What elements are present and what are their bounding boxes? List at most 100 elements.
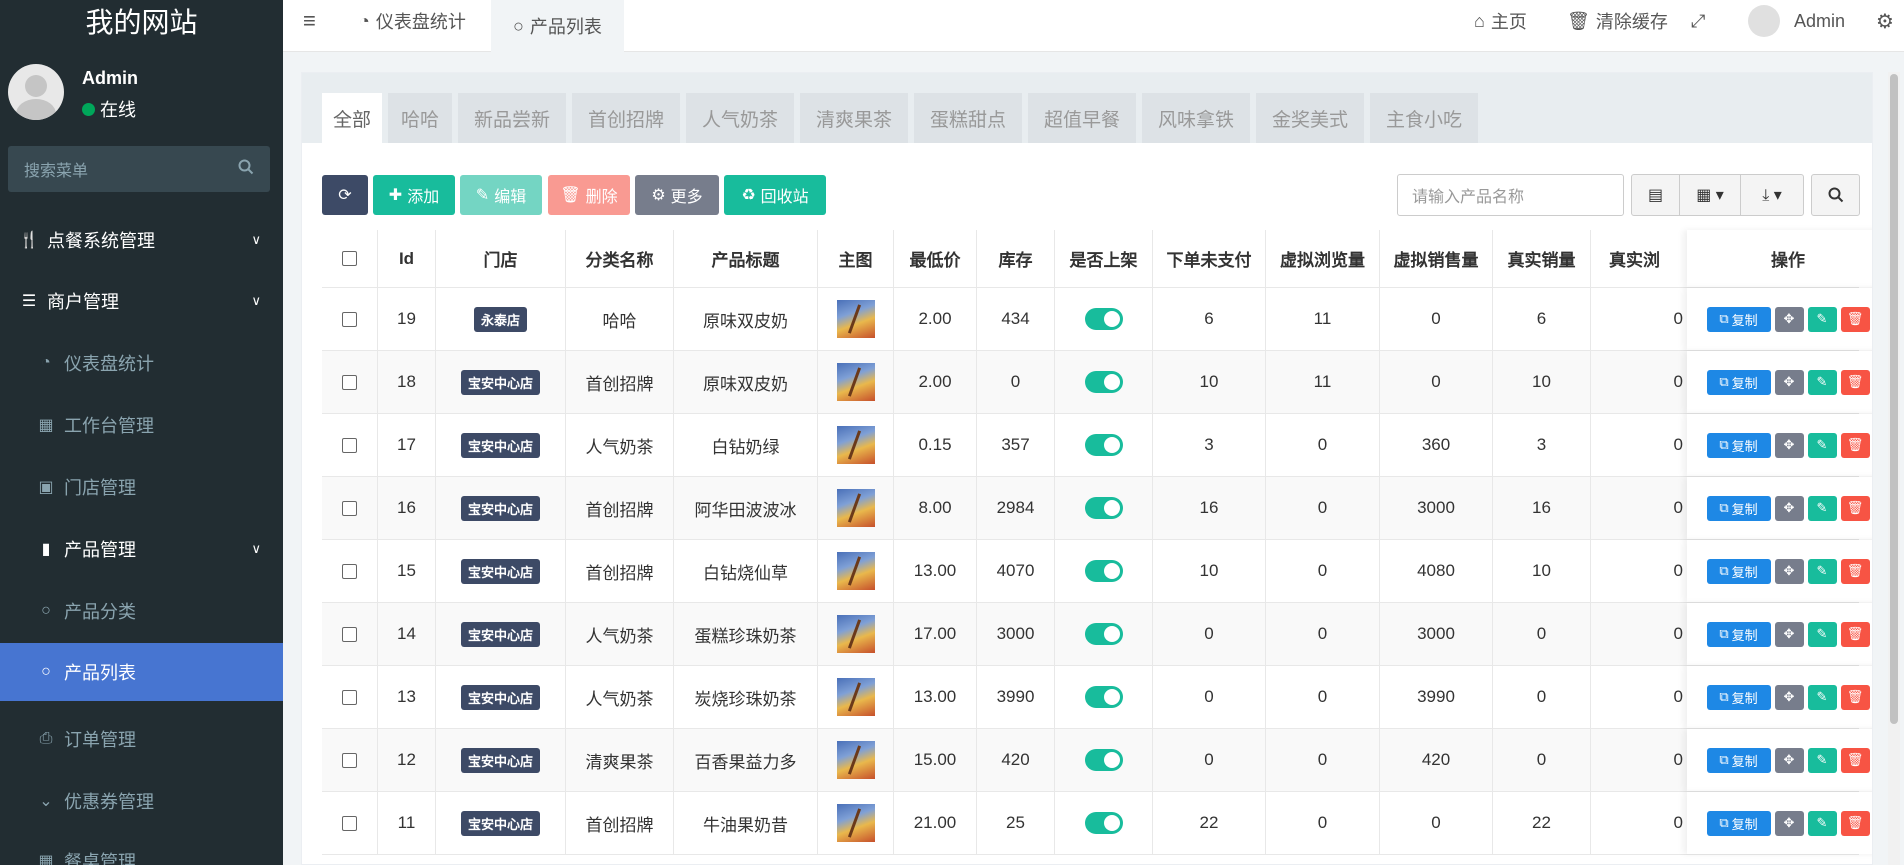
row-select-checkbox[interactable]	[342, 815, 357, 831]
edit-button[interactable]: ✎	[1807, 810, 1837, 836]
table-row[interactable]: 12 宝安中心店 清爽果茶 百香果益力多 15.00 420 0 0 420 0 0 ⧉ 复制 ✥ ✎ 🗑	[322, 729, 1872, 792]
more-button[interactable]: ⚙ 更多	[635, 175, 719, 215]
scrollbar-thumb[interactable]	[1890, 74, 1898, 724]
delete-button[interactable]: 🗑	[1840, 621, 1870, 647]
col-min-price[interactable]: 最低价	[894, 230, 977, 287]
category-tab[interactable]: 风味拿铁	[1142, 93, 1250, 143]
copy-button[interactable]: ⧉ 复制	[1706, 306, 1771, 332]
delete-button[interactable]: 🗑	[1840, 369, 1870, 395]
sidebar-item-product-list[interactable]: ○ 产品列表	[0, 643, 283, 701]
delete-button[interactable]: 🗑	[1840, 306, 1870, 332]
row-select-checkbox[interactable]	[342, 374, 357, 390]
col-store[interactable]: 门店	[436, 230, 566, 287]
drag-button[interactable]: ✥	[1774, 684, 1804, 710]
toggle-view-button[interactable]: ▤	[1631, 174, 1680, 216]
user-menu[interactable]: Admin	[1748, 0, 1845, 42]
product-thumbnail[interactable]	[836, 363, 875, 401]
copy-button[interactable]: ⧉ 复制	[1706, 432, 1771, 458]
category-tab[interactable]: 金奖美式	[1256, 93, 1364, 143]
delete-button[interactable]: 🗑	[1840, 684, 1870, 710]
row-select-checkbox[interactable]	[342, 752, 357, 768]
col-real-views[interactable]: 真实浏	[1591, 230, 1687, 287]
col-unpaid[interactable]: 下单未支付	[1153, 230, 1266, 287]
product-thumbnail[interactable]	[836, 426, 875, 464]
col-image[interactable]: 主图	[818, 230, 894, 287]
table-row[interactable]: 14 宝安中心店 人气奶茶 蛋糕珍珠奶茶 17.00 3000 0 0 3000 0 0 ⧉ 复制 ✥ ✎ 🗑	[322, 603, 1872, 666]
edit-button[interactable]: ✎	[1807, 495, 1837, 521]
edit-button[interactable]: ✎	[1807, 684, 1837, 710]
col-id[interactable]: Id	[378, 230, 436, 287]
drag-button[interactable]: ✥	[1774, 369, 1804, 395]
col-virtual-views[interactable]: 虚拟浏览量	[1266, 230, 1380, 287]
copy-button[interactable]: ⧉ 复制	[1706, 810, 1771, 836]
category-tab[interactable]: 人气奶茶	[686, 93, 794, 143]
sidebar-item-product[interactable]: ▮ 产品管理 ∨	[0, 519, 283, 579]
col-real-sales[interactable]: 真实销量	[1493, 230, 1591, 287]
row-select-checkbox[interactable]	[342, 500, 357, 516]
product-thumbnail[interactable]	[836, 489, 875, 527]
listed-toggle[interactable]	[1084, 812, 1123, 834]
product-thumbnail[interactable]	[836, 804, 875, 842]
category-tab[interactable]: 蛋糕甜点	[914, 93, 1022, 143]
tab-product-list[interactable]: ○ 产品列表	[491, 0, 624, 52]
category-tab[interactable]: 全部	[322, 93, 382, 143]
search-icon[interactable]	[238, 159, 254, 180]
columns-button[interactable]: ▦ ▾	[1679, 174, 1741, 216]
listed-toggle[interactable]	[1084, 560, 1123, 582]
drag-button[interactable]: ✥	[1774, 306, 1804, 332]
tab-dashboard[interactable]: ◔ 仪表盘统计	[359, 0, 466, 42]
drag-button[interactable]: ✥	[1774, 621, 1804, 647]
sidebar-item-tables[interactable]: ▦ 餐桌管理	[0, 831, 283, 865]
table-row[interactable]: 11 宝安中心店 首创招牌 牛油果奶昔 21.00 25 22 0 0 22 0 ⧉ 复制 ✥ ✎ 🗑	[322, 792, 1872, 855]
col-listed[interactable]: 是否上架	[1055, 230, 1153, 287]
sidebar-item-dashboard[interactable]: ◔ 仪表盘统计	[0, 333, 283, 393]
recycle-bin-button[interactable]: ♻ 回收站	[724, 175, 826, 215]
menu-search-input[interactable]: 搜索菜单	[8, 146, 270, 192]
scrollbar[interactable]	[1888, 72, 1900, 865]
delete-button[interactable]: 🗑	[1840, 432, 1870, 458]
listed-toggle[interactable]	[1084, 434, 1123, 456]
product-thumbnail[interactable]	[836, 678, 875, 716]
category-tab[interactable]: 清爽果茶	[800, 93, 908, 143]
export-button[interactable]: ⤓ ▾	[1740, 174, 1804, 216]
copy-button[interactable]: ⧉ 复制	[1706, 621, 1771, 647]
listed-toggle[interactable]	[1084, 749, 1123, 771]
product-thumbnail[interactable]	[836, 741, 875, 779]
fullscreen-icon[interactable]: ⤢	[1691, 0, 1705, 42]
select-all-checkbox[interactable]	[342, 251, 357, 266]
drag-button[interactable]: ✥	[1774, 747, 1804, 773]
col-virtual-sales[interactable]: 虚拟销售量	[1380, 230, 1493, 287]
gear-icon[interactable]: ⚙	[1876, 0, 1894, 42]
category-tab[interactable]: 新品尝新	[458, 93, 566, 143]
delete-button[interactable]: 🗑	[1840, 747, 1870, 773]
product-thumbnail[interactable]	[836, 552, 875, 590]
col-stock[interactable]: 库存	[977, 230, 1055, 287]
copy-button[interactable]: ⧉ 复制	[1706, 369, 1771, 395]
copy-button[interactable]: ⧉ 复制	[1706, 747, 1771, 773]
product-search-input[interactable]: 请输入产品名称	[1397, 174, 1624, 216]
row-select-checkbox[interactable]	[342, 311, 357, 327]
listed-toggle[interactable]	[1084, 308, 1123, 330]
advanced-search-button[interactable]	[1811, 174, 1860, 216]
edit-button[interactable]: ✎	[1807, 432, 1837, 458]
copy-button[interactable]: ⧉ 复制	[1706, 684, 1771, 710]
row-select-checkbox[interactable]	[342, 437, 357, 453]
refresh-button[interactable]: ⟳	[322, 175, 368, 215]
drag-button[interactable]: ✥	[1774, 558, 1804, 584]
edit-button[interactable]: ✎	[1807, 747, 1837, 773]
product-thumbnail[interactable]	[836, 300, 875, 338]
sidebar-item-workbench[interactable]: ▦ 工作台管理	[0, 395, 283, 455]
category-tab[interactable]: 主食小吃	[1370, 93, 1478, 143]
hamburger-menu-icon[interactable]: ≡	[303, 0, 316, 42]
sidebar-item-ordering[interactable]: 🍴 点餐系统管理 ∨	[0, 210, 283, 270]
clear-cache-button[interactable]: 🗑 清除缓存	[1567, 0, 1668, 42]
col-category[interactable]: 分类名称	[566, 230, 674, 287]
drag-button[interactable]: ✥	[1774, 495, 1804, 521]
row-select-checkbox[interactable]	[342, 563, 357, 579]
sidebar-item-merchant[interactable]: ☰ 商户管理 ∨	[0, 271, 283, 331]
copy-button[interactable]: ⧉ 复制	[1706, 495, 1771, 521]
table-row[interactable]: 19 永泰店 哈哈 原味双皮奶 2.00 434 6 11 0 6 0 ⧉ 复制 ✥ ✎ 🗑	[322, 288, 1872, 351]
listed-toggle[interactable]	[1084, 371, 1123, 393]
drag-button[interactable]: ✥	[1774, 432, 1804, 458]
copy-button[interactable]: ⧉ 复制	[1706, 558, 1771, 584]
